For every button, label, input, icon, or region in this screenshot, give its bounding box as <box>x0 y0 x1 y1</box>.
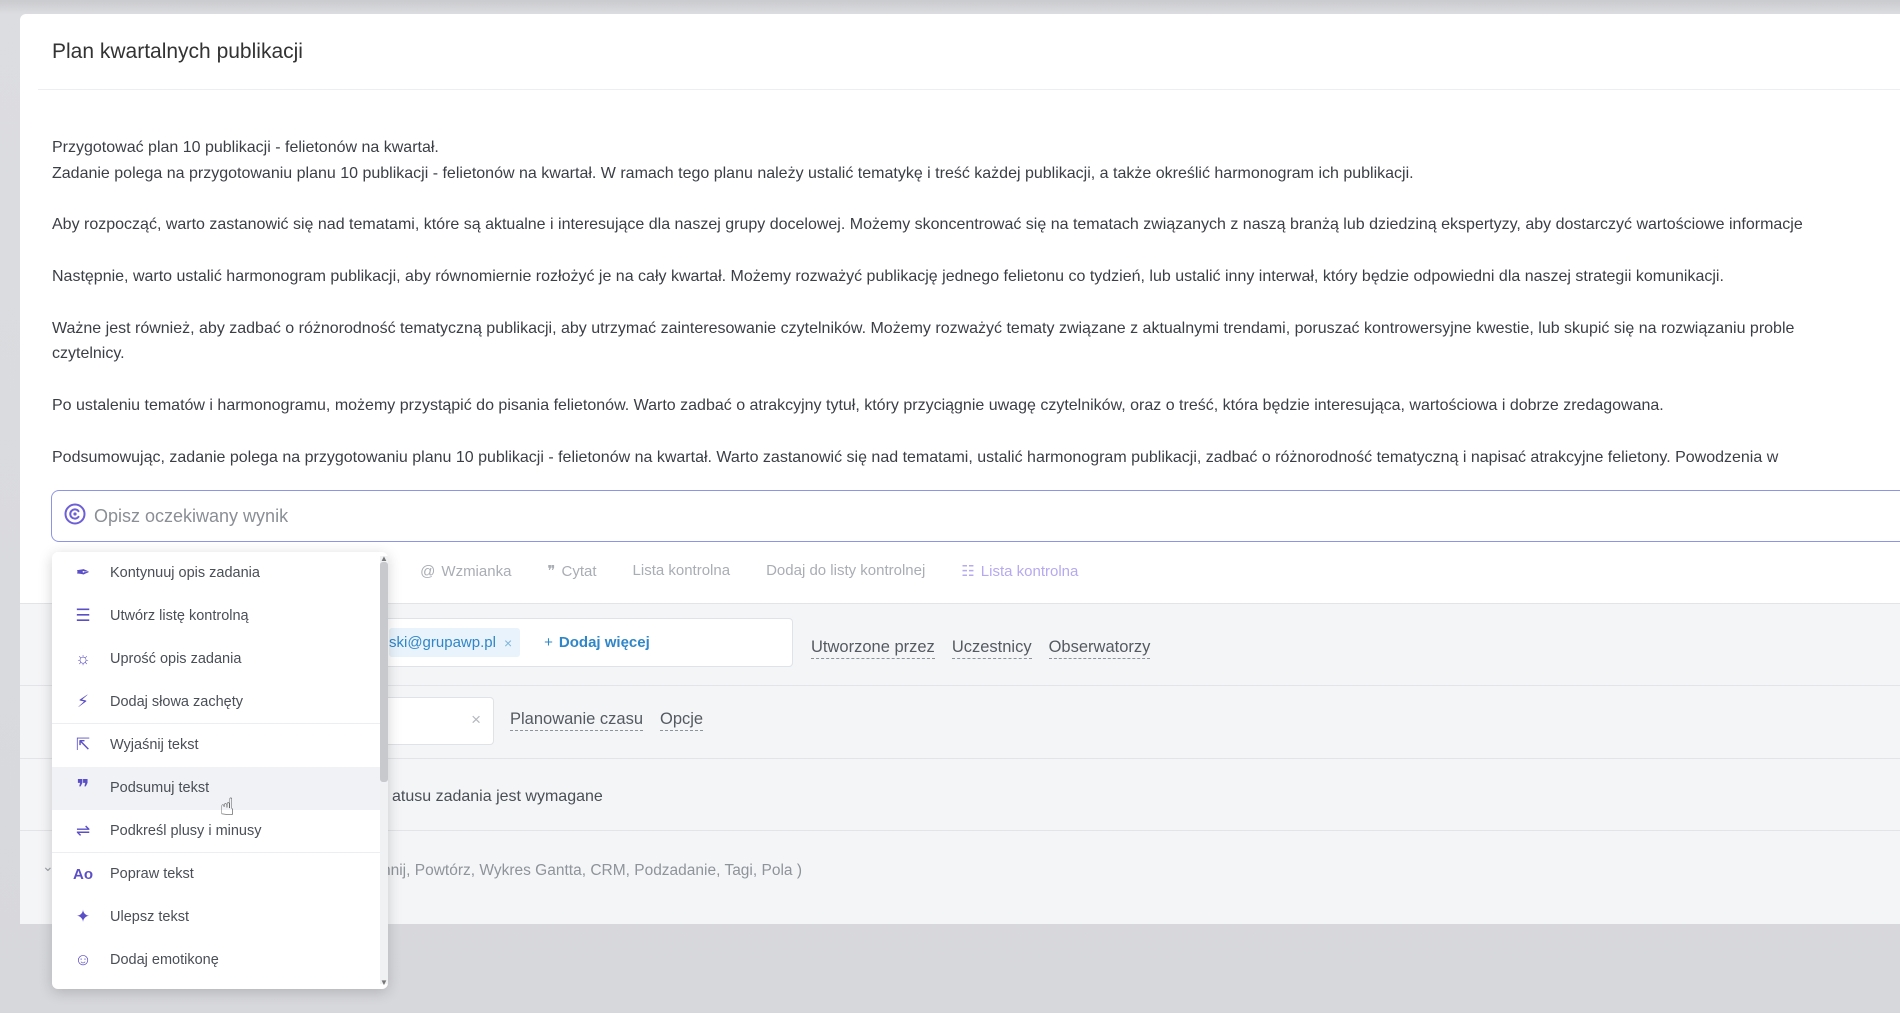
text-check-icon: Aᴏ <box>73 865 93 883</box>
role-links: Utworzone przez Uczestnicy Obserwatorzy <box>811 638 1151 659</box>
checklist-button[interactable]: Lista kontrolna <box>633 562 731 580</box>
dropdown-item-simplify[interactable]: ☼ Uprość opis zadania <box>52 638 388 681</box>
sun-icon: ☼ <box>75 649 91 668</box>
status-requirement-text: atusu zadania jest wymagane <box>392 788 603 805</box>
description-paragraph: Aby rozpocząć, warto zastanowić się nad … <box>52 216 1803 234</box>
more-fields-list[interactable]: nnij, Powtórz, Wykres Gantta, CRM, Podza… <box>382 862 802 880</box>
cursor-sparkle-icon: ⇱ <box>75 735 91 754</box>
copilot-icon <box>64 503 86 530</box>
responsible-person-chip[interactable]: ski@grupawp.pl × <box>389 628 521 657</box>
pen-icon: ✒ <box>75 563 91 582</box>
quote-button[interactable]: ❞ Cytat <box>547 562 597 581</box>
time-planning-link[interactable]: Planowanie czasu <box>510 710 643 731</box>
participants-link[interactable]: Uczestnicy <box>951 638 1032 659</box>
scroll-up-icon[interactable]: ▲ <box>380 554 388 563</box>
at-icon: @ <box>420 562 436 580</box>
description-line: Zadanie polega na przygotowaniu planu 10… <box>52 164 1414 182</box>
dropdown-item-label: Wyjaśnij tekst <box>110 737 199 753</box>
dropdown-item-encouragement[interactable]: ⚡ Dodaj słowa zachęty <box>52 681 388 724</box>
chip-email: ski@grupawp.pl <box>389 634 496 651</box>
scrollbar-thumb[interactable] <box>380 562 388 782</box>
dropdown-item-continue[interactable]: ✒ Kontynuuj opis zadania <box>52 552 388 595</box>
bolt-icon: ⚡ <box>77 692 89 711</box>
quote-label: Cytat <box>561 562 597 580</box>
task-description[interactable]: Przygotować plan 10 publikacji - felieto… <box>52 135 1900 470</box>
sliders-icon: ⇌ <box>75 821 91 840</box>
options-link[interactable]: Opcje <box>660 710 704 731</box>
mention-button[interactable]: @ Wzmianka <box>420 562 511 580</box>
description-paragraph: czytelnicy. <box>52 345 125 363</box>
dropdown-item-improve[interactable]: ✦ Ulepsz tekst <box>52 896 388 939</box>
dropdown-item-explain[interactable]: ⇱ Wyjaśnij tekst <box>52 724 388 767</box>
clear-deadline-icon[interactable]: × <box>471 710 481 730</box>
dropdown-item-emoji[interactable]: ☺ Dodaj emotikonę <box>52 939 388 982</box>
add-more-button[interactable]: + Dodaj więcej <box>530 634 650 651</box>
ai-checklist-label: Lista kontrolna <box>980 562 1079 580</box>
checklist-ai-icon: ☷ <box>961 563 975 580</box>
add-more-label: Dodaj więcej <box>558 634 650 651</box>
smile-icon: ☺ <box>74 950 92 969</box>
dropdown-item-label: Podkreśl plusy i minusy <box>110 823 262 839</box>
ai-prompt-field[interactable] <box>51 490 1900 542</box>
description-paragraph: Podsumowując, zadanie polega na przygoto… <box>52 448 1779 466</box>
description-line: Przygotować plan 10 publikacji - felieto… <box>52 139 439 156</box>
observers-link[interactable]: Obserwatorzy <box>1048 638 1151 659</box>
created-by-link[interactable]: Utworzone przez <box>811 638 935 659</box>
plus-icon: + <box>544 634 553 651</box>
dropdown-item-label: Ulepsz tekst <box>110 909 189 925</box>
add-to-checklist-button[interactable]: Dodaj do listy kontrolnej <box>766 562 925 580</box>
responsible-person-field[interactable]: ski@grupawp.pl × + Dodaj więcej <box>360 618 793 667</box>
task-title: Plan kwartalnych publikacji <box>52 40 303 63</box>
ai-checklist-button[interactable]: ☷ Lista kontrolna <box>961 562 1079 581</box>
divider <box>38 89 1900 90</box>
quote-icon: ❞ <box>76 775 90 800</box>
editor-toolbar: t @ Wzmianka ❞ Cytat Lista kontrolna Dod… <box>380 562 1078 580</box>
mention-label: Wzmianka <box>441 562 512 580</box>
description-paragraph: Po ustaleniu tematów i harmonogramu, moż… <box>52 396 1664 414</box>
quote-icon: ❞ <box>547 563 556 580</box>
description-paragraph: Następnie, warto ustalić harmonogram pub… <box>52 267 1724 285</box>
deadline-links: Planowanie czasu Opcje <box>510 710 704 731</box>
ai-actions-dropdown: ✒ Kontynuuj opis zadania ☰ Utwórz listę … <box>52 552 388 989</box>
remove-chip-icon[interactable]: × <box>504 635 512 651</box>
ai-prompt-input[interactable] <box>94 505 1794 527</box>
description-paragraph: Ważne jest również, aby zadbać o różnoro… <box>52 319 1795 337</box>
scroll-down-icon[interactable]: ▼ <box>380 978 388 987</box>
dropdown-item-label: Popraw tekst <box>110 866 194 882</box>
dropdown-item-label: Podsumuj tekst <box>110 780 210 796</box>
list-icon: ☰ <box>75 606 91 625</box>
dropdown-item-checklist[interactable]: ☰ Utwórz listę kontrolną <box>52 595 388 638</box>
dropdown-item-label: Kontynuuj opis zadania <box>110 565 260 581</box>
dropdown-item-label: Dodaj słowa zachęty <box>110 694 243 710</box>
hand-cursor-icon: ☝ <box>220 794 235 821</box>
dropdown-item-label: Dodaj emotikonę <box>110 952 219 968</box>
dropdown-item-label: Utwórz listę kontrolną <box>110 608 249 624</box>
dropdown-item-fix-text[interactable]: Aᴏ Popraw tekst <box>52 853 388 896</box>
magic-wand-icon: ✦ <box>75 907 91 926</box>
dropdown-item-label: Uprość opis zadania <box>110 651 242 667</box>
